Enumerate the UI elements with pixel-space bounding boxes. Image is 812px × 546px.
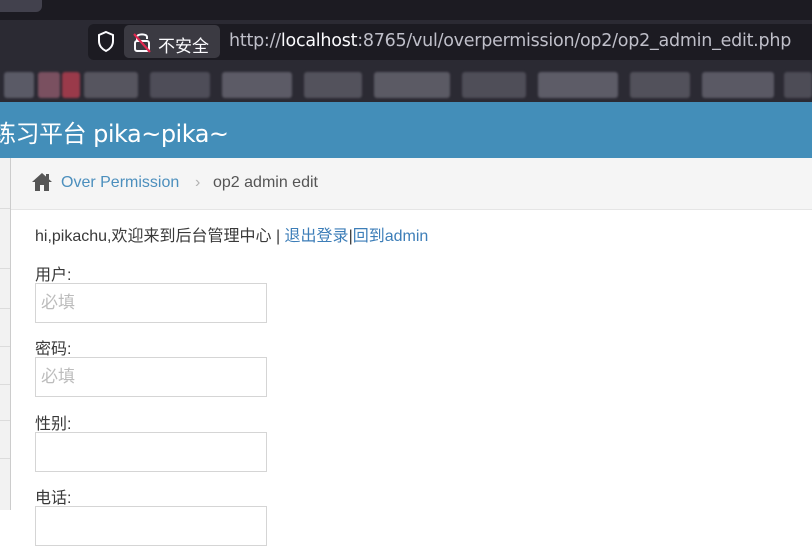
site-header: 练习平台 pika~pika~ [0,102,812,158]
bookmark-item[interactable] [222,72,292,98]
bookmark-item[interactable] [630,72,690,98]
shield-icon[interactable] [96,30,116,54]
username-label: 用户: [35,267,72,284]
url-text[interactable]: http://localhost:8765/vul/overpermission… [229,31,791,51]
breadcrumb-current: op2 admin edit [213,174,318,191]
sidebar-divider [0,268,10,269]
breadcrumb-separator: › [195,174,201,191]
bookmark-item[interactable] [702,72,774,98]
phone-input[interactable] [35,506,267,546]
password-input[interactable] [35,357,267,397]
password-label: 密码: [35,341,72,358]
username-input[interactable] [35,283,267,323]
bookmark-item[interactable] [4,72,34,98]
insecure-lock-icon [133,33,151,53]
phone-label: 电话: [35,490,72,507]
browser-tab[interactable] [0,0,42,12]
sidebar-divider [0,384,10,385]
security-status-button[interactable]: 不安全 [124,25,220,58]
home-icon[interactable] [31,172,53,192]
gender-input[interactable] [35,432,267,472]
sidebar-divider [0,208,10,209]
bookmarks-bar [0,64,812,102]
url-path: :8765/vul/overpermission/op2/op2_admin_e… [357,31,792,51]
sidebar-divider [0,458,10,459]
sidebar-divider [0,420,10,421]
bookmark-item[interactable] [784,72,812,98]
browser-toolbar: 不安全 http://localhost:8765/vul/overpermis… [0,20,812,64]
breadcrumb-link-over-permission[interactable]: Over Permission [61,174,179,192]
bookmark-item[interactable] [150,72,210,98]
greeting-line: hi,pikachu,欢迎来到后台管理中心 | 退出登录|回到admin [35,222,428,246]
sidebar [0,158,11,510]
breadcrumb: Over Permission › op2 admin edit [11,158,812,210]
gender-label: 性别: [35,416,72,433]
security-label: 不安全 [158,37,209,57]
url-scheme: http:// [229,31,281,51]
bookmark-item[interactable] [38,72,60,98]
bookmark-item[interactable] [374,72,450,98]
url-host: localhost [280,31,358,51]
sidebar-divider [0,346,10,347]
greeting-text: hi,pikachu,欢迎来到后台管理中心 | [35,228,285,245]
bookmark-item[interactable] [304,72,362,98]
bookmark-item[interactable] [62,72,80,98]
site-title[interactable]: 练习平台 pika~pika~ [0,114,229,149]
browser-tab-strip [0,0,812,20]
back-to-admin-link[interactable]: 回到admin [353,228,429,245]
logout-link[interactable]: 退出登录 [285,228,349,245]
bookmark-item[interactable] [84,72,138,98]
bookmark-item[interactable] [538,72,618,98]
sidebar-divider [0,308,10,309]
bookmark-item[interactable] [462,72,526,98]
